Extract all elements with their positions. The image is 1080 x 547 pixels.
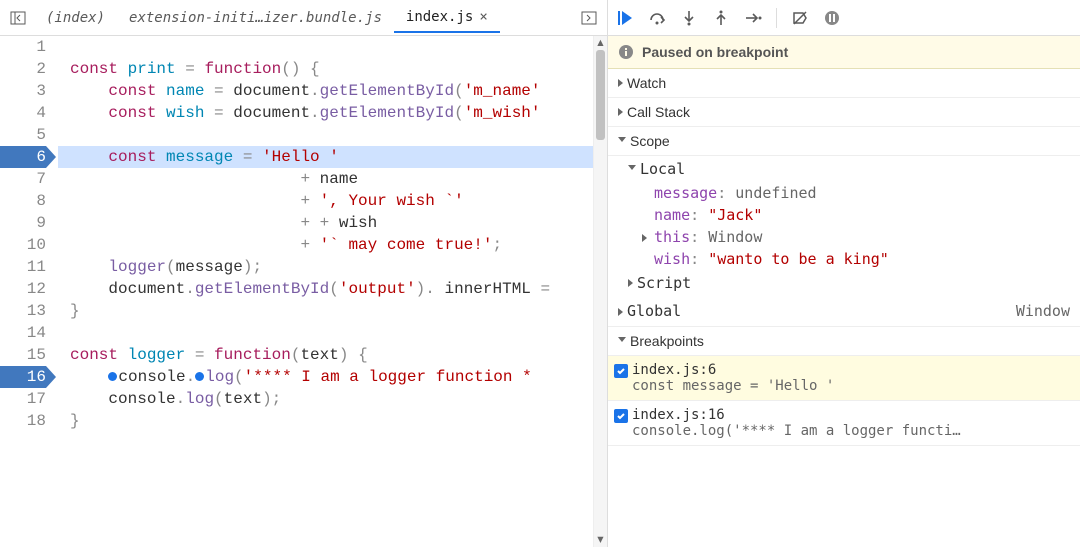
- pause-button[interactable]: [821, 7, 843, 29]
- gutter-line-6[interactable]: 6: [0, 146, 46, 168]
- checkbox-icon[interactable]: [614, 364, 628, 378]
- code-line-4[interactable]: const wish = document.getElementById('m_…: [58, 102, 593, 124]
- toolbar-separator: [776, 8, 777, 28]
- breakpoint-code: const message = 'Hello ': [632, 378, 1070, 394]
- breakpoints-label: Breakpoints: [630, 333, 704, 349]
- breakpoint-code: console.log('**** I am a logger functi…: [632, 423, 1070, 439]
- code-line-8[interactable]: + ', Your wish `': [58, 190, 593, 212]
- scope-local-label: Local: [640, 160, 685, 178]
- paused-banner: Paused on breakpoint: [608, 36, 1080, 69]
- gutter-line-11[interactable]: 11: [0, 256, 46, 278]
- step-button[interactable]: [742, 7, 764, 29]
- code-line-16[interactable]: console.log('**** I am a logger function…: [58, 366, 593, 388]
- gutter-line-8[interactable]: 8: [0, 190, 46, 212]
- scope-local-header[interactable]: Local: [608, 156, 1080, 182]
- gutter-line-9[interactable]: 9: [0, 212, 46, 234]
- code-line-17[interactable]: console.log(text);: [58, 388, 593, 410]
- tab-indexjs[interactable]: index.js ×: [394, 3, 500, 33]
- gutter-line-14[interactable]: 14: [0, 322, 46, 344]
- gutter-line-13[interactable]: 13: [0, 300, 46, 322]
- scope-panel-body: Local message: undefinedname: "Jack"this…: [608, 156, 1080, 327]
- gutter-line-5[interactable]: 5: [0, 124, 46, 146]
- source-pane: (index) extension-initi…izer.bundle.js ind…: [0, 0, 608, 547]
- scope-global-value: Window: [1016, 302, 1070, 320]
- callstack-label: Call Stack: [627, 104, 690, 120]
- gutter-line-2[interactable]: 2: [0, 58, 46, 80]
- vertical-scrollbar[interactable]: ▴ ▾: [593, 36, 607, 547]
- breakpoint-dot-icon: [108, 372, 117, 381]
- gutter-line-4[interactable]: 4: [0, 102, 46, 124]
- code-line-5[interactable]: [58, 124, 593, 146]
- scope-global-label: Global: [627, 302, 681, 320]
- scope-global-row[interactable]: Global Window: [608, 296, 1080, 327]
- gutter-line-12[interactable]: 12: [0, 278, 46, 300]
- close-icon[interactable]: ×: [479, 9, 487, 25]
- breakpoint-location: index.js:6: [632, 362, 1070, 378]
- scope-panel-header[interactable]: Scope: [608, 127, 1080, 156]
- deactivate-breakpoints-button[interactable]: [789, 7, 811, 29]
- paused-text: Paused on breakpoint: [642, 44, 788, 60]
- code-line-11[interactable]: logger(message);: [58, 256, 593, 278]
- scope-script-label: Script: [637, 274, 691, 292]
- code-line-15[interactable]: const logger = function(text) {: [58, 344, 593, 366]
- resume-button[interactable]: [614, 7, 636, 29]
- scroll-up-icon[interactable]: ▴: [594, 36, 607, 50]
- gutter-line-15[interactable]: 15: [0, 344, 46, 366]
- code-editor[interactable]: 123456789101112131415161718 const print …: [0, 36, 607, 547]
- scope-label: Scope: [630, 133, 670, 149]
- scope-script-header[interactable]: Script: [608, 270, 1080, 296]
- tab-extensioninitiizerbundlejs[interactable]: extension-initi…izer.bundle.js: [117, 4, 394, 32]
- tab-index[interactable]: (index): [34, 4, 117, 32]
- watch-panel-header[interactable]: Watch: [608, 69, 1080, 98]
- tab-label: extension-initi…izer.bundle.js: [129, 10, 382, 26]
- tab-bar: (index) extension-initi…izer.bundle.js ind…: [0, 0, 607, 36]
- breakpoints-panel-header[interactable]: Breakpoints: [608, 327, 1080, 356]
- code-line-18[interactable]: }: [58, 410, 593, 432]
- code-line-12[interactable]: document.getElementById('output'). inner…: [58, 278, 593, 300]
- step-over-button[interactable]: [646, 7, 668, 29]
- code-line-13[interactable]: }: [58, 300, 593, 322]
- code-line-2[interactable]: const print = function() {: [58, 58, 593, 80]
- scope-var-this[interactable]: this: Window: [608, 226, 1080, 248]
- gutter-line-1[interactable]: 1: [0, 36, 46, 58]
- gutter-line-10[interactable]: 10: [0, 234, 46, 256]
- gutter-line-7[interactable]: 7: [0, 168, 46, 190]
- scope-var-message[interactable]: message: undefined: [608, 182, 1080, 204]
- breakpoint-location: index.js:16: [632, 407, 1070, 423]
- code-line-7[interactable]: + name: [58, 168, 593, 190]
- breakpoint-item[interactable]: index.js:6const message = 'Hello ': [608, 356, 1080, 401]
- scroll-down-icon[interactable]: ▾: [594, 533, 607, 547]
- code-line-10[interactable]: + '` may come true!';: [58, 234, 593, 256]
- breakpoint-item[interactable]: index.js:16console.log('**** I am a logg…: [608, 401, 1080, 446]
- debugger-pane: Paused on breakpoint Watch Call Stack Sc…: [608, 0, 1080, 547]
- callstack-panel-header[interactable]: Call Stack: [608, 98, 1080, 127]
- scope-var-wish[interactable]: wish: "wanto to be a king": [608, 248, 1080, 270]
- watch-label: Watch: [627, 75, 666, 91]
- scope-var-name[interactable]: name: "Jack": [608, 204, 1080, 226]
- code-line-3[interactable]: const name = document.getElementById('m_…: [58, 80, 593, 102]
- checkbox-icon[interactable]: [614, 409, 628, 423]
- gutter-line-17[interactable]: 17: [0, 388, 46, 410]
- more-tabs-icon[interactable]: [575, 4, 603, 32]
- code-line-6[interactable]: const message = 'Hello ': [58, 146, 593, 168]
- gutter-line-18[interactable]: 18: [0, 410, 46, 432]
- code-line-1[interactable]: [58, 36, 593, 58]
- info-icon: [618, 44, 634, 60]
- breakpoints-list: index.js:6const message = 'Hello 'index.…: [608, 356, 1080, 446]
- gutter-line-3[interactable]: 3: [0, 80, 46, 102]
- tab-label: index.js: [406, 9, 473, 25]
- step-out-button[interactable]: [710, 7, 732, 29]
- panel-left-icon[interactable]: [4, 4, 32, 32]
- breakpoint-dot-icon: [195, 372, 204, 381]
- code-line-9[interactable]: + + wish: [58, 212, 593, 234]
- debug-toolbar: [608, 0, 1080, 36]
- code-line-14[interactable]: [58, 322, 593, 344]
- step-into-button[interactable]: [678, 7, 700, 29]
- tab-label: (index): [46, 10, 105, 26]
- gutter-line-16[interactable]: 16: [0, 366, 46, 388]
- scroll-thumb[interactable]: [596, 50, 605, 140]
